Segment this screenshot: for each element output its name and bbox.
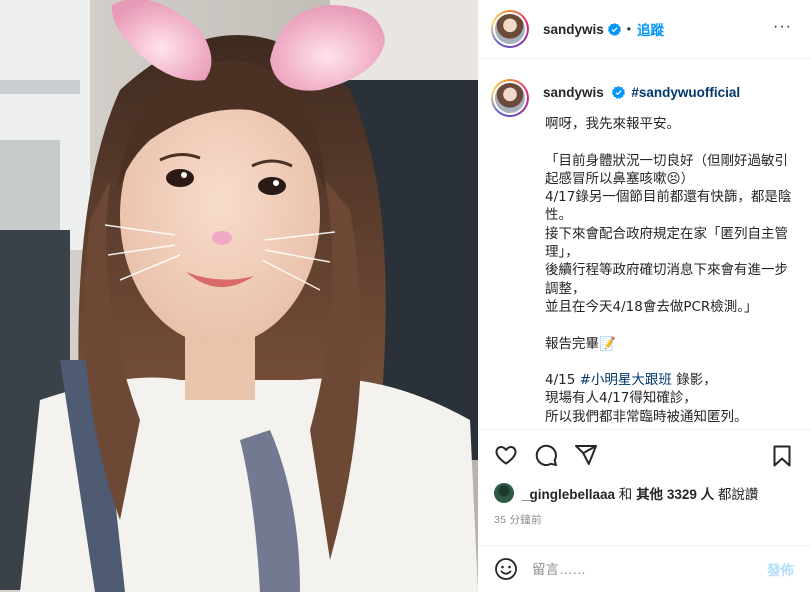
avatar[interactable] <box>491 10 529 48</box>
caption-avatar[interactable] <box>491 79 529 117</box>
caption-avatar-image <box>495 83 525 113</box>
caption-area: sandywis #sandywuofficial 啊呀，我先來報平安。 「目前… <box>478 59 810 429</box>
caption-header: sandywis #sandywuofficial <box>491 79 794 117</box>
selfie-image <box>0 0 478 592</box>
caption-line-greeting: 啊呀，我先來報平安。 <box>545 116 680 132</box>
post-comment-button[interactable]: 發佈 <box>767 559 794 579</box>
avatar-image <box>495 14 525 44</box>
verified-badge-icon <box>611 86 625 99</box>
caption-hashtag-link[interactable]: #sandywuofficial <box>631 85 740 100</box>
follow-button[interactable]: 追蹤 <box>637 19 664 39</box>
liker-username[interactable]: _ginglebellaaa <box>522 487 615 502</box>
comment-box: 發佈 <box>478 545 810 592</box>
caption-line-recording: 4/15 #小明星大跟班 錄影， <box>545 372 717 389</box>
post-timestamp[interactable]: 35 分鐘前 <box>478 506 810 536</box>
action-bar <box>478 430 810 480</box>
caption-show-hashtag-link[interactable]: #小明星大跟班 <box>580 372 672 388</box>
likes-count-link[interactable]: 其他 3329 人 <box>636 487 714 502</box>
more-options-icon[interactable]: ··· <box>773 19 792 35</box>
header-username[interactable]: sandywis <box>543 22 604 37</box>
likes-summary: _ginglebellaaa 和 其他 3329 人 都說讚 <box>478 480 810 506</box>
liker-avatar[interactable] <box>494 483 514 503</box>
post-detail-panel: sandywis • 追蹤 ··· sandywis #sandywuoffic… <box>478 0 810 592</box>
caption-username[interactable]: sandywis <box>543 85 604 100</box>
heart-icon[interactable] <box>494 443 518 467</box>
post-header: sandywis • 追蹤 ··· <box>478 0 810 59</box>
comment-icon[interactable] <box>534 443 558 467</box>
caption-text: 啊呀，我先來報平安。 「目前身體狀況一切良好（但剛好過敏引起感冒所以鼻塞咳嗽😣）… <box>545 115 794 426</box>
bookmark-icon[interactable] <box>770 444 794 468</box>
caption-line-report: 報告完畢📝 <box>545 335 616 352</box>
caption-paragraph-notice: 現場有人4/17得知確診， 所以我們都非常臨時被通知匿列。 <box>545 390 748 425</box>
emoji-icon[interactable] <box>494 557 518 581</box>
caption-paragraph-status: 「目前身體狀況一切良好（但剛好過敏引起感冒所以鼻塞咳嗽😣） 4/17錄另一個節目… <box>545 152 792 315</box>
verified-badge-icon <box>607 22 621 36</box>
comment-input[interactable] <box>532 561 767 577</box>
separator-dot: • <box>626 22 631 36</box>
post-photo[interactable] <box>0 0 478 592</box>
share-icon[interactable] <box>574 443 598 467</box>
